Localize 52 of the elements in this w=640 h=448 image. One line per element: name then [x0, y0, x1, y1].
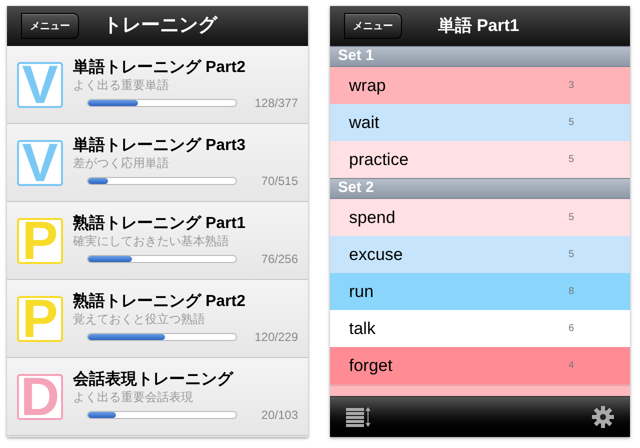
- screen-title: 単語 Part1: [438, 15, 520, 38]
- settings-icon[interactable]: [592, 406, 614, 428]
- progress-count: 20/103: [261, 406, 298, 424]
- word-text: wait: [349, 112, 380, 134]
- section-title: Set 2: [338, 178, 374, 198]
- course-subtitle: 差がつく応用単語: [73, 156, 170, 170]
- word-count: 5: [568, 153, 574, 167]
- word-count: 5: [568, 211, 574, 225]
- word-count: 6: [568, 322, 574, 336]
- back-button[interactable]: メニュー: [344, 13, 402, 39]
- word-count: 8: [568, 285, 574, 299]
- progress-count: 120/229: [254, 328, 298, 346]
- back-button[interactable]: メニュー: [21, 13, 79, 39]
- word-count: 5: [568, 116, 574, 130]
- icon-letter: P: [22, 298, 58, 340]
- word-row[interactable]: wait 5: [330, 104, 630, 141]
- word-row[interactable]: forget 4: [330, 347, 630, 384]
- word-row[interactable]: practice 5: [330, 141, 630, 178]
- icon-letter: V: [22, 64, 58, 106]
- progress-count: 76/256: [261, 250, 298, 268]
- course-title: 会話表現トレーニング: [73, 370, 234, 390]
- word-text: run: [349, 280, 374, 303]
- word-text: wrap: [349, 74, 386, 97]
- screen-title: トレーニング: [103, 14, 217, 38]
- course-title: 単語トレーニング Part3: [73, 136, 246, 156]
- word-row[interactable]: run 8: [330, 273, 630, 310]
- word-row[interactable]: wrap 3: [330, 67, 630, 104]
- course-title: 熟語トレーニング Part2: [73, 292, 246, 312]
- word-text: forget: [349, 354, 392, 377]
- course-title: 熟語トレーニング Part1: [73, 214, 246, 234]
- word-row[interactable]: talk 6: [330, 310, 630, 347]
- progress-count: 70/515: [261, 172, 298, 190]
- word-text: talk: [349, 318, 376, 340]
- list-sort-icon[interactable]: [346, 407, 372, 427]
- course-subtitle: 覚えておくと役立つ熟語: [73, 312, 206, 326]
- icon-letter: D: [20, 376, 60, 418]
- word-text: spend: [349, 206, 396, 229]
- course-subtitle: よく出る重要単語: [73, 78, 170, 92]
- word-text: excuse: [349, 244, 403, 266]
- course-subtitle: よく出る重要会話表現: [73, 390, 194, 404]
- course-title: 単語トレーニング Part2: [73, 58, 246, 78]
- section-title: Set 1: [338, 46, 374, 66]
- word-count: 4: [568, 359, 574, 373]
- word-row[interactable]: excuse 5: [330, 236, 630, 273]
- word-count: 3: [568, 79, 574, 93]
- icon-letter: V: [22, 142, 58, 184]
- word-text: practice: [349, 148, 409, 171]
- word-row[interactable]: spend 5: [330, 199, 630, 236]
- word-count: 5: [568, 248, 574, 262]
- progress-count: 128/377: [254, 94, 298, 112]
- icon-letter: P: [22, 220, 58, 262]
- course-subtitle: 確実にしておきたい基本熟語: [73, 234, 230, 248]
